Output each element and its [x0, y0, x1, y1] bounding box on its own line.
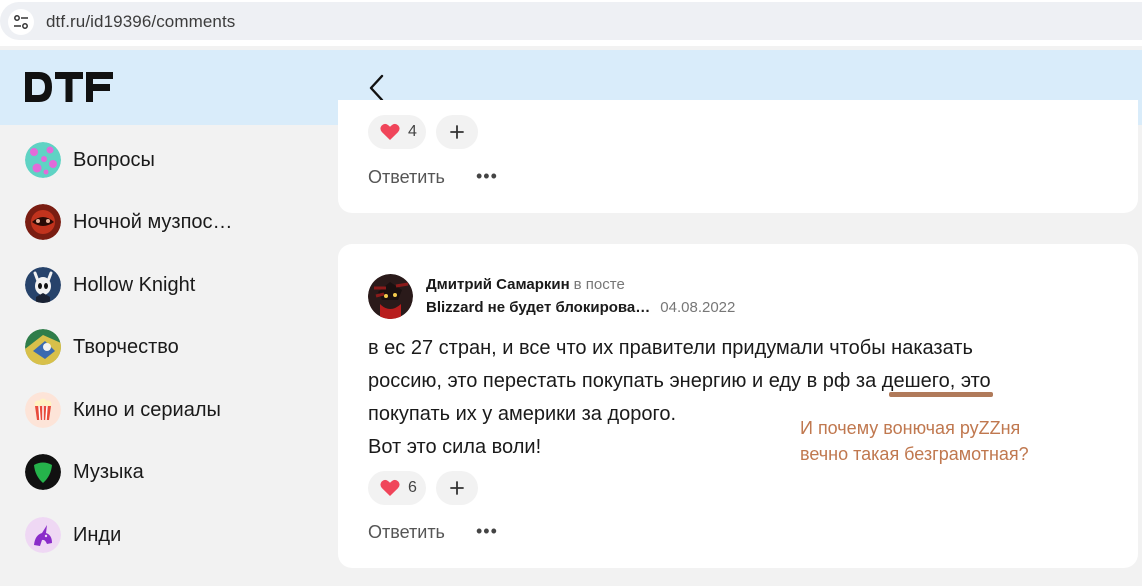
dtf-logo[interactable] — [25, 72, 115, 107]
sidebar-item-label: Hollow Knight — [73, 273, 196, 296]
plus-icon — [450, 481, 464, 495]
reply-button[interactable]: Ответить — [368, 167, 445, 188]
like-count: 4 — [408, 123, 417, 140]
url-text[interactable]: dtf.ru/id19396/comments — [46, 12, 235, 32]
popcorn-avatar — [25, 392, 61, 428]
comment-post-line: Blizzard не будет блокирова… 04.08.2022 — [426, 299, 735, 316]
comment-author-line: Дмитрий Самаркин в посте — [426, 276, 625, 293]
comment-card: Дмитрий Самаркин в посте Blizzard не буде… — [338, 244, 1138, 568]
hollow-knight-avatar — [25, 267, 61, 303]
sidebar-item-creativity[interactable]: Творчество — [25, 327, 179, 367]
music-pick-avatar — [25, 454, 61, 490]
night-music-avatar — [25, 204, 61, 240]
sidebar-item-night-music[interactable]: Ночной музпос… — [25, 202, 233, 242]
like-count: 6 — [408, 479, 417, 496]
sidebar-item-label: Музыка — [73, 460, 144, 483]
annotation-text: И почему вонючая руZZня вечно такая безг… — [800, 418, 1029, 464]
add-reaction-button[interactable] — [436, 115, 478, 149]
sidebar-item-label: Ночной музпос… — [73, 210, 233, 233]
avatar[interactable] — [368, 274, 413, 319]
sidebar-item-music[interactable]: Музыка — [25, 452, 144, 492]
annotation-underline — [889, 392, 993, 397]
comment-card: 4 Ответить ••• — [338, 100, 1138, 213]
tune-icon[interactable] — [8, 9, 34, 35]
browser-toolbar: dtf.ru/id19396/comments — [0, 0, 1142, 46]
in-post-label: в посте — [573, 276, 625, 293]
chevron-left-icon — [369, 74, 384, 102]
like-button[interactable]: 4 — [368, 115, 426, 149]
creativity-avatar — [25, 329, 61, 365]
add-reaction-button[interactable] — [436, 471, 478, 505]
questions-avatar — [25, 142, 61, 178]
comment-text-line: в ес 27 стран, и все что их правители пр… — [368, 337, 973, 359]
sidebar-item-indie[interactable]: Инди — [25, 515, 121, 555]
sidebar-item-movies[interactable]: Кино и сериалы — [25, 390, 221, 430]
like-button[interactable]: 6 — [368, 471, 426, 505]
heart-icon — [380, 479, 400, 496]
sidebar-item-label: Творчество — [73, 335, 179, 358]
sidebar-item-questions[interactable]: Вопросы — [25, 140, 155, 180]
more-icon[interactable]: ••• — [476, 166, 498, 187]
sidebar-item-label: Инди — [73, 523, 122, 546]
reply-button[interactable]: Ответить — [368, 522, 445, 543]
author-name[interactable]: Дмитрий Самаркин — [426, 276, 570, 293]
post-title-link[interactable]: Blizzard не будет блокирова… — [426, 299, 650, 316]
address-bar[interactable]: dtf.ru/id19396/comments — [0, 2, 1142, 40]
plus-icon — [450, 125, 464, 139]
sidebar-item-label: Кино и сериалы — [73, 398, 221, 421]
underlined-phrase: за дешего — [855, 370, 950, 392]
comment-date: 04.08.2022 — [660, 299, 736, 316]
heart-icon — [380, 123, 400, 140]
sidebar-item-hollow-knight[interactable]: Hollow Knight — [25, 265, 195, 305]
sidebar: Вопросы Ночной музпос… Hollow Knight Тво… — [0, 125, 330, 586]
sidebar-item-label: Вопросы — [73, 148, 155, 171]
more-icon[interactable]: ••• — [476, 521, 498, 542]
unicorn-avatar — [25, 517, 61, 553]
